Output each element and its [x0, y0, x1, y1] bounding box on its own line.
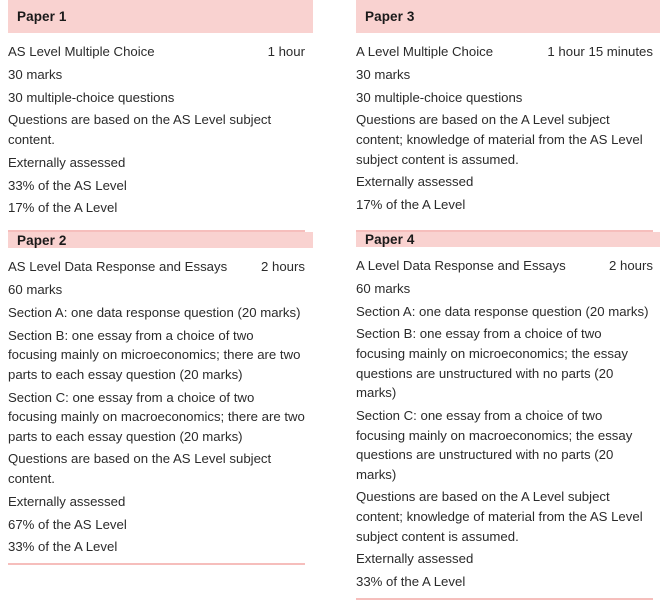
paper-1-header: Paper 1	[8, 0, 313, 33]
column-gutter-top	[313, 0, 356, 232]
paper-4-duration: 2 hours	[609, 258, 653, 273]
paper-4-detail: Section C: one essay from a choice of tw…	[356, 407, 633, 482]
paper-3-body: A Level Multiple Choice 1 hour 15 minute…	[356, 33, 660, 224]
paper-3-duration: 1 hour 15 minutes	[547, 44, 653, 59]
paper-4-detail: Section B: one essay from a choice of tw…	[356, 326, 628, 401]
paper-1-body: AS Level Multiple Choice 1 hour 30 marks…	[8, 33, 313, 224]
paper-1-detail: 33% of the AS Level	[8, 177, 127, 193]
paper-panel-2: Paper 2 AS Level Data Response and Essay…	[8, 232, 313, 565]
paper-2-detail: 67% of the AS Level	[8, 516, 127, 532]
paper-1-detail: 17% of the A Level	[8, 200, 118, 216]
paper-3-header: Paper 3	[356, 0, 660, 33]
paper-4-detail: Section A: one data response question (2…	[356, 303, 649, 319]
paper-3-detail: 30 marks	[356, 66, 411, 82]
paper-3-title: A Level Multiple Choice	[356, 44, 494, 59]
paper-panel-3: Paper 3 A Level Multiple Choice 1 hour 1…	[356, 0, 660, 232]
paper-1-detail: Questions are based on the AS Level subj…	[8, 112, 272, 147]
paper-4-detail: 60 marks	[356, 280, 411, 296]
paper-panel-grid: Paper 1 AS Level Multiple Choice 1 hour …	[0, 0, 660, 600]
paper-1-heading: Paper 1	[17, 9, 67, 24]
paper-2-rule-anchor	[8, 557, 313, 565]
paper-4-detail: Externally assessed	[356, 551, 474, 567]
column-gutter-bottom	[313, 232, 356, 565]
paper-1-title-row: AS Level Multiple Choice 1 hour	[8, 42, 313, 62]
paper-4-header: Paper 4	[356, 232, 660, 247]
paper-1-detail: 30 multiple-choice questions	[8, 89, 175, 105]
paper-4-heading: Paper 4	[365, 232, 415, 247]
paper-4-body: A Level Data Response and Essays 2 hours…	[356, 247, 660, 592]
paper-3-detail: Externally assessed	[356, 174, 474, 190]
paper-2-detail: 33% of the A Level	[8, 539, 118, 555]
paper-2-header: Paper 2	[8, 232, 313, 249]
paper-panel-1: Paper 1 AS Level Multiple Choice 1 hour …	[8, 0, 313, 232]
paper-3-title-row: A Level Multiple Choice 1 hour 15 minute…	[356, 42, 660, 62]
paper-1-title: AS Level Multiple Choice	[8, 44, 155, 59]
paper-1-rule-anchor	[8, 224, 313, 232]
paper-2-detail: 60 marks	[8, 281, 63, 297]
paper-3-rule-anchor	[356, 224, 660, 232]
paper-4-detail: Questions are based on the A Level subje…	[356, 489, 643, 544]
paper-2-title-row: AS Level Data Response and Essays 2 hour…	[8, 257, 313, 277]
paper-2-title: AS Level Data Response and Essays	[8, 259, 228, 275]
paper-2-heading: Paper 2	[17, 232, 67, 248]
paper-1-detail: Externally assessed	[8, 154, 126, 170]
paper-2-detail: Externally assessed	[8, 493, 126, 509]
paper-4-detail: 33% of the A Level	[356, 574, 466, 590]
paper-2-detail: Section A: one data response question (2…	[8, 304, 301, 320]
paper-2-duration: 2 hours	[261, 259, 305, 275]
paper-4-rule-anchor	[356, 592, 660, 600]
paper-2-detail: Questions are based on the AS Level subj…	[8, 451, 272, 487]
paper-1-duration: 1 hour	[267, 44, 305, 59]
paper-3-detail: 17% of the A Level	[356, 197, 466, 213]
paper-2-detail: Section B: one essay from a choice of tw…	[8, 327, 301, 382]
paper-3-heading: Paper 3	[365, 9, 415, 24]
paper-3-detail: 30 multiple-choice questions	[356, 89, 523, 105]
paper-4-title-row: A Level Data Response and Essays 2 hours	[356, 256, 660, 276]
assessment-overview-sheet: Paper 1 AS Level Multiple Choice 1 hour …	[0, 0, 660, 600]
paper-2-body: AS Level Data Response and Essays 2 hour…	[8, 248, 313, 557]
paper-3-detail: Questions are based on the A Level subje…	[356, 112, 643, 167]
paper-2-detail: Section C: one essay from a choice of tw…	[8, 389, 305, 444]
paper-panel-4: Paper 4 A Level Data Response and Essays…	[356, 232, 660, 600]
paper-1-detail: 30 marks	[8, 66, 63, 82]
paper-4-title: A Level Data Response and Essays	[356, 258, 566, 273]
